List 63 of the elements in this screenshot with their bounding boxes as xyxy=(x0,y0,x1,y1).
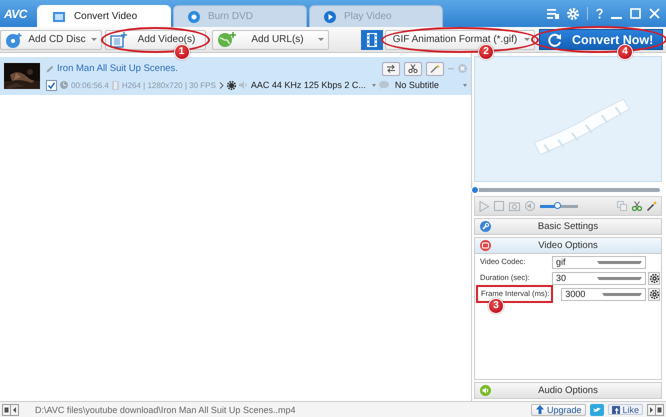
effects-button[interactable] xyxy=(426,62,444,76)
clock-icon xyxy=(60,81,68,89)
toolbar-button[interactable]: Add CD Disc xyxy=(0,30,102,50)
forward-icon[interactable] xyxy=(648,404,656,414)
section-header[interactable]: Basic Settings xyxy=(474,218,662,235)
gear-icon xyxy=(650,290,658,298)
toolbar-button[interactable]: Add URL(s) xyxy=(212,30,329,50)
chevron-icon xyxy=(218,82,224,88)
volume-slider-thumb[interactable] xyxy=(554,202,562,209)
bird-icon[interactable] xyxy=(590,404,604,416)
setting-dropdown[interactable]: 3000 xyxy=(561,288,646,300)
f-logo-icon xyxy=(612,406,620,414)
volume-slider[interactable] xyxy=(540,204,578,208)
audio-track-dropdown[interactable]: AAC 44 KHz 125 Kbps 2 C... xyxy=(250,80,376,90)
panel-icon[interactable] xyxy=(3,404,11,414)
disc-icon xyxy=(5,32,23,48)
help-icon[interactable] xyxy=(596,8,603,19)
video-info-text: H264 | 1280x720 | 30 FPS xyxy=(122,80,216,90)
gear-icon[interactable] xyxy=(226,80,236,90)
settings-button[interactable] xyxy=(648,272,660,284)
speaker-icon xyxy=(480,385,491,396)
wrench-icon xyxy=(480,221,491,232)
play-icon xyxy=(324,10,336,22)
app-logo: AVC xyxy=(4,6,27,20)
scissors-icon[interactable] xyxy=(632,201,642,211)
refresh-icon xyxy=(548,32,562,46)
list-icon[interactable] xyxy=(547,8,559,19)
upgrade-button[interactable]: Upgrade xyxy=(530,404,586,416)
magic-wand-icon[interactable] xyxy=(647,201,657,211)
swap-icon xyxy=(386,64,396,73)
swap-button[interactable] xyxy=(382,62,400,76)
setting-dropdown[interactable]: 30 xyxy=(552,272,646,284)
setting-dropdown[interactable]: gif xyxy=(552,256,646,268)
disc-icon xyxy=(188,10,200,22)
section-header[interactable]: Video Options xyxy=(474,237,662,254)
effects-icon xyxy=(430,64,440,73)
file-path-text: D:\AVC files\youtube download\Iron Man All Suit Up Scenes..mp4 xyxy=(35,404,296,414)
format-settings-button[interactable] xyxy=(361,30,383,50)
checkbox[interactable] xyxy=(46,80,57,90)
cut-icon xyxy=(408,64,418,73)
check-icon xyxy=(48,82,55,88)
section-header[interactable]: Audio Options xyxy=(474,382,662,399)
settings-button[interactable] xyxy=(648,288,660,300)
duration-text: 00:06:56.4 xyxy=(71,80,109,90)
speech-bubble-icon xyxy=(378,81,389,89)
like-button[interactable]: Like xyxy=(608,404,643,415)
tab[interactable]: Convert Video xyxy=(36,5,171,27)
callout-badge: 3 xyxy=(488,298,504,314)
settings-icon[interactable] xyxy=(567,8,579,20)
pencil-icon xyxy=(46,64,54,72)
globe-icon xyxy=(217,31,237,48)
file-row[interactable]: Iron Man All Suit Up Scenes. 00:06:56.4 H264 | 1280x720 | 30 FPS AAC 44 KHz 125 Kbps 2 C... No Subtitle xyxy=(0,57,471,95)
gear-icon xyxy=(650,274,658,282)
back-icon[interactable] xyxy=(11,404,18,414)
speaker-icon xyxy=(238,81,248,89)
maximize-icon[interactable] xyxy=(630,8,641,19)
close-icon[interactable] xyxy=(649,8,660,19)
subtitle-dropdown[interactable]: No Subtitle xyxy=(378,80,467,90)
arrow-up-icon xyxy=(536,405,544,414)
file-title[interactable]: Iron Man All Suit Up Scenes. xyxy=(57,63,178,74)
cut-button[interactable] xyxy=(404,62,422,76)
panel-icon[interactable] xyxy=(656,404,663,414)
seek-slider-thumb[interactable] xyxy=(471,186,479,194)
